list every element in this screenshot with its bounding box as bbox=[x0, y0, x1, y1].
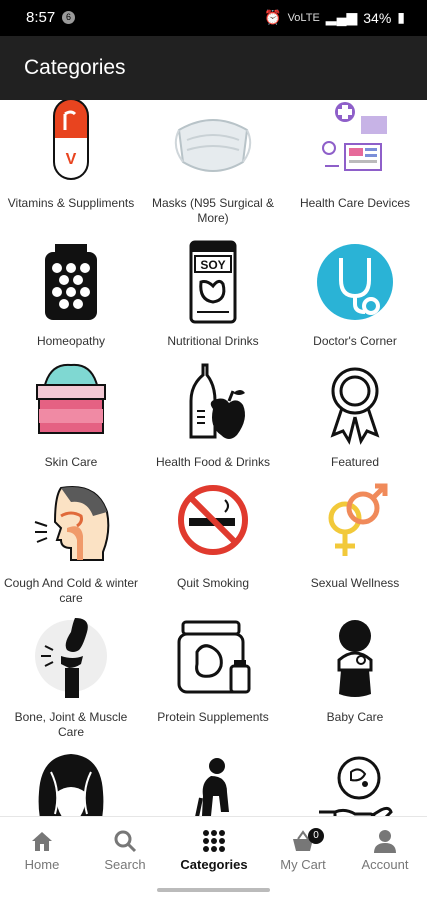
category-hair-care[interactable] bbox=[0, 752, 142, 816]
category-label: Health Food & Drinks bbox=[155, 455, 271, 469]
svg-text:SOY: SOY bbox=[200, 258, 225, 272]
category-hand-microbe[interactable] bbox=[284, 752, 426, 816]
network-label: VoLTE bbox=[287, 11, 320, 24]
category-label: Quit Smoking bbox=[176, 576, 250, 590]
grid-icon bbox=[202, 829, 226, 853]
nav-label: Search bbox=[104, 857, 146, 872]
notification-icon: 6 bbox=[62, 11, 75, 24]
category-label: Bone, Joint & Muscle Care bbox=[14, 710, 128, 739]
nav-my-cart[interactable]: 0 My Cart bbox=[261, 817, 345, 877]
face-mask-icon bbox=[173, 100, 253, 184]
categories-scroll-area[interactable]: V Vitamins & Suppliments Masks (N95 Surg… bbox=[0, 100, 427, 816]
category-health-care-devices[interactable]: Health Care Devices bbox=[284, 100, 426, 236]
category-label: Baby Care bbox=[326, 710, 384, 724]
account-icon bbox=[373, 829, 397, 853]
status-icons: ⏰ VoLTE ▂▄▆ 34% ▮ bbox=[264, 9, 405, 26]
baby-icon bbox=[315, 616, 395, 700]
category-label: Sexual Wellness bbox=[310, 576, 400, 590]
home-icon bbox=[30, 829, 54, 853]
category-protein-supplements[interactable]: Protein Supplements bbox=[142, 616, 284, 752]
category-label: Featured bbox=[330, 455, 380, 469]
protein-tub-icon bbox=[173, 616, 253, 700]
category-bone-joint-muscle[interactable]: Bone, Joint & Muscle Care bbox=[0, 616, 142, 752]
category-label: Protein Supplements bbox=[157, 710, 269, 724]
category-label: Masks (N95 Surgical & More) bbox=[151, 196, 275, 225]
nav-home[interactable]: Home bbox=[0, 817, 84, 877]
coughing-person-icon bbox=[31, 482, 111, 566]
award-ribbon-icon bbox=[315, 361, 395, 445]
nav-label: Categories bbox=[180, 857, 248, 872]
category-nutritional-drinks[interactable]: SOY Nutritional Drinks bbox=[142, 238, 284, 374]
status-time: 8:57 bbox=[26, 9, 56, 26]
knee-joint-icon bbox=[31, 616, 111, 700]
hand-with-microbe-icon bbox=[315, 752, 395, 816]
medical-devices-icon bbox=[315, 100, 395, 184]
nav-search[interactable]: Search bbox=[83, 817, 167, 877]
category-elderly-care[interactable] bbox=[142, 752, 284, 816]
soy-milk-carton-icon: SOY bbox=[173, 240, 253, 324]
cart-count-badge: 0 bbox=[308, 828, 324, 844]
category-label: Doctor's Corner bbox=[313, 334, 397, 348]
category-masks[interactable]: Masks (N95 Surgical & More) bbox=[142, 100, 284, 236]
category-label: Health Care Devices bbox=[299, 196, 411, 210]
svg-text:V: V bbox=[66, 151, 77, 168]
category-label: Cough And Cold & winter care bbox=[3, 576, 139, 605]
category-label: Vitamins & Suppliments bbox=[7, 196, 135, 210]
homeopathy-pills-jar-icon bbox=[31, 240, 111, 324]
category-label: Skin Care bbox=[44, 455, 98, 469]
category-sexual-wellness[interactable]: Sexual Wellness bbox=[284, 480, 426, 616]
category-label: Homeopathy bbox=[36, 334, 106, 348]
category-cough-cold[interactable]: Cough And Cold & winter care bbox=[0, 480, 142, 616]
category-label: Nutritional Drinks bbox=[167, 334, 259, 348]
home-indicator[interactable] bbox=[157, 888, 270, 892]
nav-label: Account bbox=[361, 857, 409, 872]
category-featured[interactable]: Featured bbox=[284, 359, 426, 495]
category-vitamins[interactable]: V Vitamins & Suppliments bbox=[0, 100, 142, 236]
gender-symbols-icon bbox=[315, 482, 395, 566]
battery-level: 34% bbox=[363, 9, 392, 26]
category-baby-care[interactable]: Baby Care bbox=[284, 616, 426, 752]
battery-icon: ▮ bbox=[397, 9, 405, 25]
category-doctors-corner[interactable]: Doctor's Corner bbox=[284, 238, 426, 374]
nav-label: Home bbox=[24, 857, 60, 872]
signal-icon: ▂▄▆ bbox=[325, 9, 358, 25]
alarm-icon: ⏰ bbox=[264, 9, 282, 25]
cream-jar-icon bbox=[31, 361, 111, 445]
app-bar: Categories bbox=[0, 36, 427, 100]
status-bar: 8:57 6 ⏰ VoLTE ▂▄▆ 34% ▮ bbox=[0, 0, 427, 36]
no-smoking-icon bbox=[173, 482, 253, 566]
bottle-and-apple-icon bbox=[173, 361, 253, 445]
category-health-food-drinks[interactable]: Health Food & Drinks bbox=[142, 359, 284, 495]
nav-label: My Cart bbox=[280, 857, 326, 872]
nav-categories[interactable]: Categories bbox=[172, 817, 256, 877]
vitamin-capsule-icon: V bbox=[31, 100, 111, 184]
category-quit-smoking[interactable]: Quit Smoking bbox=[142, 480, 284, 616]
search-icon bbox=[113, 829, 137, 853]
nav-account[interactable]: Account bbox=[343, 817, 427, 877]
category-skin-care[interactable]: Skin Care bbox=[0, 359, 142, 495]
page-title: Categories bbox=[24, 56, 126, 79]
elderly-person-icon bbox=[173, 752, 253, 816]
hair-care-icon bbox=[31, 752, 111, 816]
category-homeopathy[interactable]: Homeopathy bbox=[0, 238, 142, 374]
stethoscope-icon bbox=[315, 240, 395, 324]
